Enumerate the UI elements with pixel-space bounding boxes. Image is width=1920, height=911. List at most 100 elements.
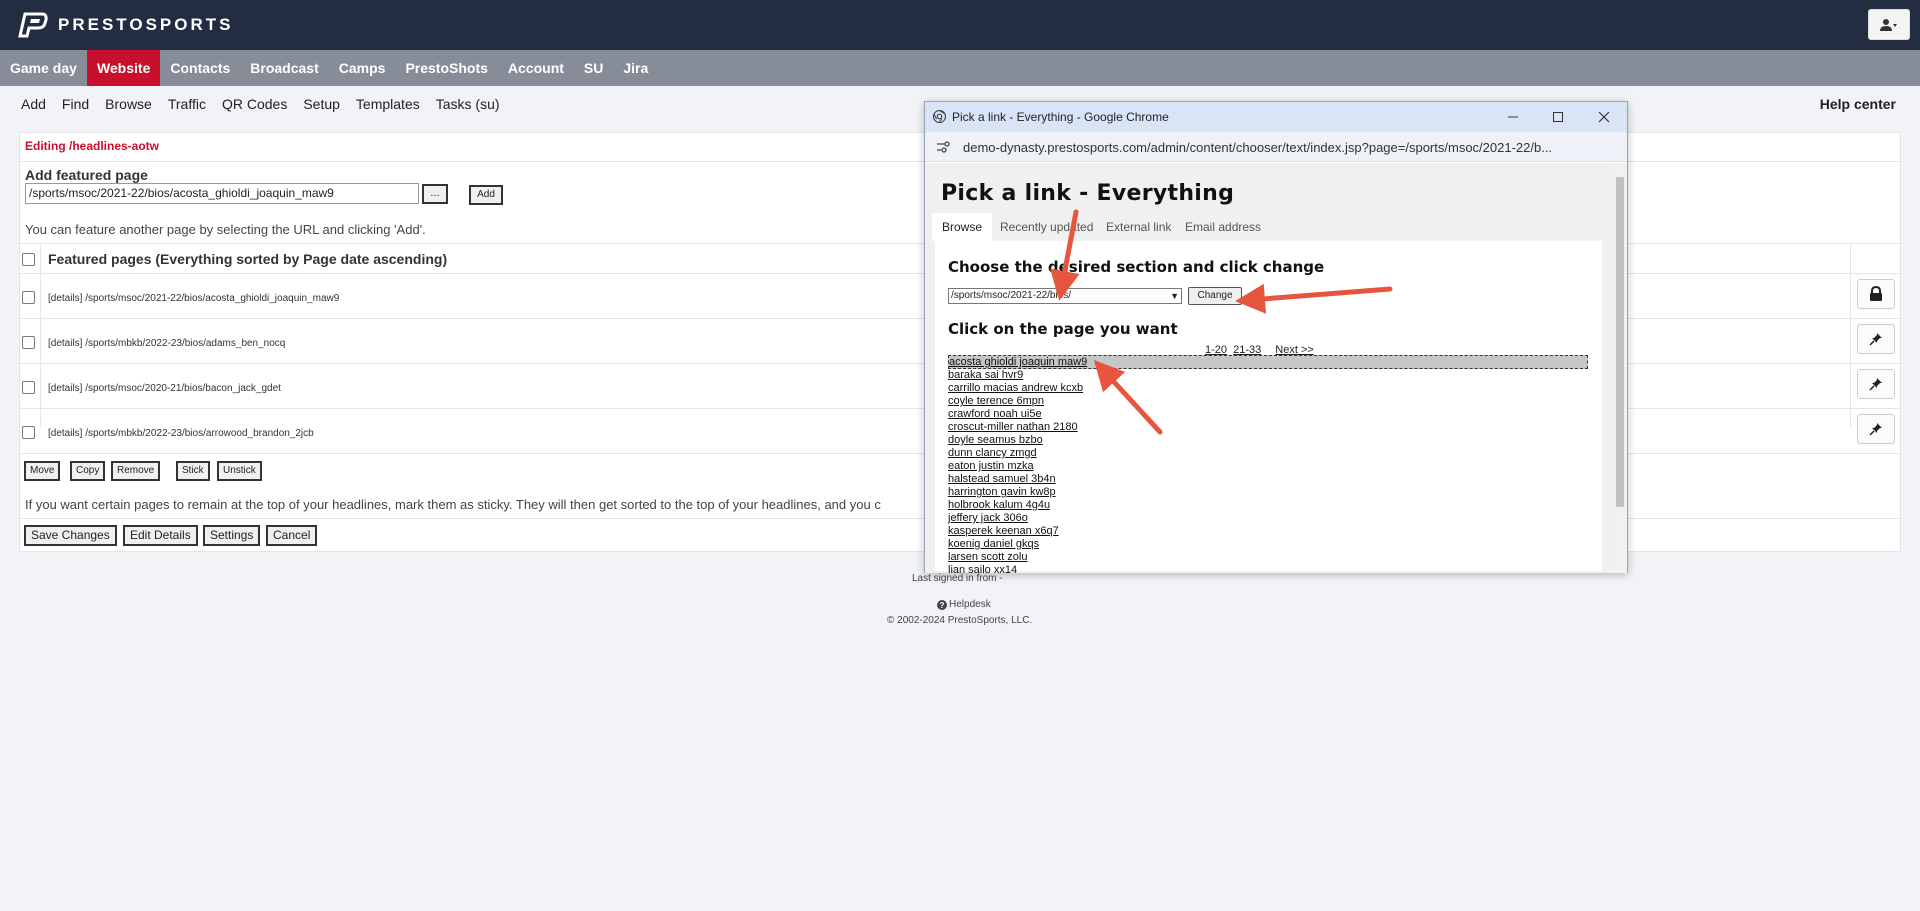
helpdesk-link[interactable]: ? Helpdesk <box>937 599 991 610</box>
pin-icon <box>1869 378 1882 391</box>
subnav-templates[interactable]: Templates <box>348 86 428 122</box>
popup-scrollbar[interactable] <box>1613 163 1627 573</box>
tab-recently-updated[interactable]: Recently updated <box>990 213 1103 241</box>
subnav-browse[interactable]: Browse <box>97 86 160 122</box>
list-item[interactable]: halstead samuel 3b4n <box>948 473 1588 486</box>
copyright-text: © 2002-2024 PrestoSports, LLC. <box>887 615 1033 626</box>
scrollbar-thumb[interactable] <box>1616 177 1624 507</box>
featured-row[interactable]: [details] /sports/mbkb/2022-23/bios/adam… <box>48 338 285 349</box>
list-item[interactable]: baraka sai hvr9 <box>948 369 1588 382</box>
helpdesk-label: Helpdesk <box>949 599 991 610</box>
unstick-button[interactable]: Unstick <box>217 461 262 481</box>
add-button[interactable]: Add <box>469 185 503 205</box>
popup-window-title: Pick a link - Everything - Google Chrome <box>952 110 1169 124</box>
remove-button[interactable]: Remove <box>111 461 161 481</box>
featured-page-input[interactable]: /sports/msoc/2021-22/bios/acosta_ghioldi… <box>25 183 419 204</box>
save-changes-button[interactable]: Save Changes <box>24 525 117 546</box>
nav-game-day[interactable]: Game day <box>0 50 87 86</box>
pin-icon <box>1869 333 1882 346</box>
move-button[interactable]: Move <box>24 461 61 481</box>
bio-list: acosta ghioldi joaquin maw9 baraka sai h… <box>948 355 1588 573</box>
cancel-button[interactable]: Cancel <box>266 525 318 546</box>
list-item[interactable]: larsen scott zolu <box>948 551 1588 564</box>
list-item[interactable]: eaton justin mzka <box>948 460 1588 473</box>
featured-pages-header: Featured pages (Everything sorted by Pag… <box>48 251 448 267</box>
list-item[interactable]: koenig daniel gkqs <box>948 538 1588 551</box>
sticky-help-text: If you want certain pages to remain at t… <box>25 497 881 512</box>
list-item[interactable]: jeffery jack 306o <box>948 512 1588 525</box>
list-item[interactable]: dunn clancy zmgd <box>948 447 1588 460</box>
row-checkbox[interactable] <box>22 291 35 304</box>
list-item[interactable]: lian sailo xx14 <box>948 564 1588 573</box>
subnav-add[interactable]: Add <box>13 86 54 122</box>
popup-content: Pick a link - Everything Browse Recently… <box>925 163 1615 573</box>
minimize-icon <box>1508 116 1518 118</box>
subnav-setup[interactable]: Setup <box>295 86 348 122</box>
main-nav: Game day Website Contacts Broadcast Camp… <box>0 50 1920 86</box>
tab-browse[interactable]: Browse <box>932 213 993 241</box>
close-icon <box>1598 111 1610 123</box>
pick-link-popup-window: Pick a link - Everything - Google Chrome… <box>924 101 1628 573</box>
lock-icon <box>1870 286 1882 301</box>
subnav-traffic[interactable]: Traffic <box>160 86 214 122</box>
list-item[interactable]: kasperek keenan x6q7 <box>948 525 1588 538</box>
change-button[interactable]: Change <box>1188 287 1242 305</box>
list-item[interactable]: crawford noah ui5e <box>948 408 1588 421</box>
list-item[interactable]: carrillo macias andrew kcxb <box>948 382 1588 395</box>
help-center-link[interactable]: Help center <box>1820 86 1896 122</box>
column-divider <box>40 243 41 428</box>
featured-row[interactable]: [details] /sports/msoc/2021-22/bios/acos… <box>48 293 339 304</box>
nav-account[interactable]: Account <box>498 50 574 86</box>
list-item[interactable]: doyle seamus bzbo <box>948 434 1588 447</box>
prestosports-logo[interactable]: PRESTOSPORTS <box>14 10 234 40</box>
tab-external-link[interactable]: External link <box>1096 213 1181 241</box>
close-button[interactable] <box>1593 106 1615 128</box>
browse-link-button[interactable]: ... <box>422 184 448 204</box>
section-select[interactable]: /sports/msoc/2021-22/bios/ ▼ <box>948 288 1182 304</box>
brand-name: PRESTOSPORTS <box>58 15 234 34</box>
lock-button[interactable] <box>1857 279 1895 309</box>
row-checkbox[interactable] <box>22 381 35 394</box>
nav-prestoshots[interactable]: PrestoShots <box>395 50 497 86</box>
subnav-qr-codes[interactable]: QR Codes <box>214 86 295 122</box>
nav-broadcast[interactable]: Broadcast <box>240 50 328 86</box>
minimize-button[interactable] <box>1502 106 1524 128</box>
select-all-checkbox[interactable] <box>22 253 35 266</box>
nav-contacts[interactable]: Contacts <box>160 50 240 86</box>
featured-row[interactable]: [details] /sports/msoc/2020-21/bios/baco… <box>48 383 281 394</box>
chevron-down-icon: ▼ <box>1170 291 1179 301</box>
user-menu-button[interactable] <box>1868 9 1910 40</box>
nav-jira[interactable]: Jira <box>613 50 658 86</box>
edit-details-button[interactable]: Edit Details <box>123 525 198 546</box>
page-list-title: Click on the page you want <box>948 320 1178 338</box>
tab-email-address[interactable]: Email address <box>1175 213 1271 241</box>
pin-button[interactable] <box>1857 369 1895 399</box>
pin-button[interactable] <box>1857 414 1895 444</box>
nav-camps[interactable]: Camps <box>329 50 396 86</box>
row-checkbox[interactable] <box>22 426 35 439</box>
subnav-tasks[interactable]: Tasks (su) <box>428 86 508 122</box>
row-checkbox[interactable] <box>22 336 35 349</box>
featured-row[interactable]: [details] /sports/mbkb/2022-23/bios/arro… <box>48 428 314 439</box>
popup-address-bar[interactable]: demo-dynasty.prestosports.com/admin/cont… <box>925 132 1627 162</box>
settings-button[interactable]: Settings <box>203 525 261 546</box>
section-select-value: /sports/msoc/2021-22/bios/ <box>951 290 1072 301</box>
list-item[interactable]: coyle terence 6mpn <box>948 395 1588 408</box>
popup-url[interactable]: demo-dynasty.prestosports.com/admin/cont… <box>963 140 1552 155</box>
stick-button[interactable]: Stick <box>176 461 210 481</box>
list-item[interactable]: holbrook kalum 4g4u <box>948 499 1588 512</box>
maximize-button[interactable] <box>1547 106 1569 128</box>
subnav-find[interactable]: Find <box>54 86 97 122</box>
list-item[interactable]: harrington gavin kw8p <box>948 486 1588 499</box>
list-item[interactable]: croscut-miller nathan 2180 <box>948 421 1588 434</box>
pin-button[interactable] <box>1857 324 1895 354</box>
nav-website[interactable]: Website <box>86 50 161 86</box>
popup-title-bar: Pick a link - Everything - Google Chrome <box>925 102 1627 132</box>
copy-button[interactable]: Copy <box>70 461 106 481</box>
last-signed-text: Last signed in from - <box>912 573 1003 584</box>
list-item-selected[interactable]: acosta ghioldi joaquin maw9 <box>948 355 1588 369</box>
nav-su[interactable]: SU <box>574 50 613 86</box>
section-title: Choose the desired section and click cha… <box>948 258 1325 276</box>
browse-panel: Choose the desired section and click cha… <box>935 241 1602 573</box>
feature-help-text: You can feature another page by selectin… <box>25 222 426 237</box>
